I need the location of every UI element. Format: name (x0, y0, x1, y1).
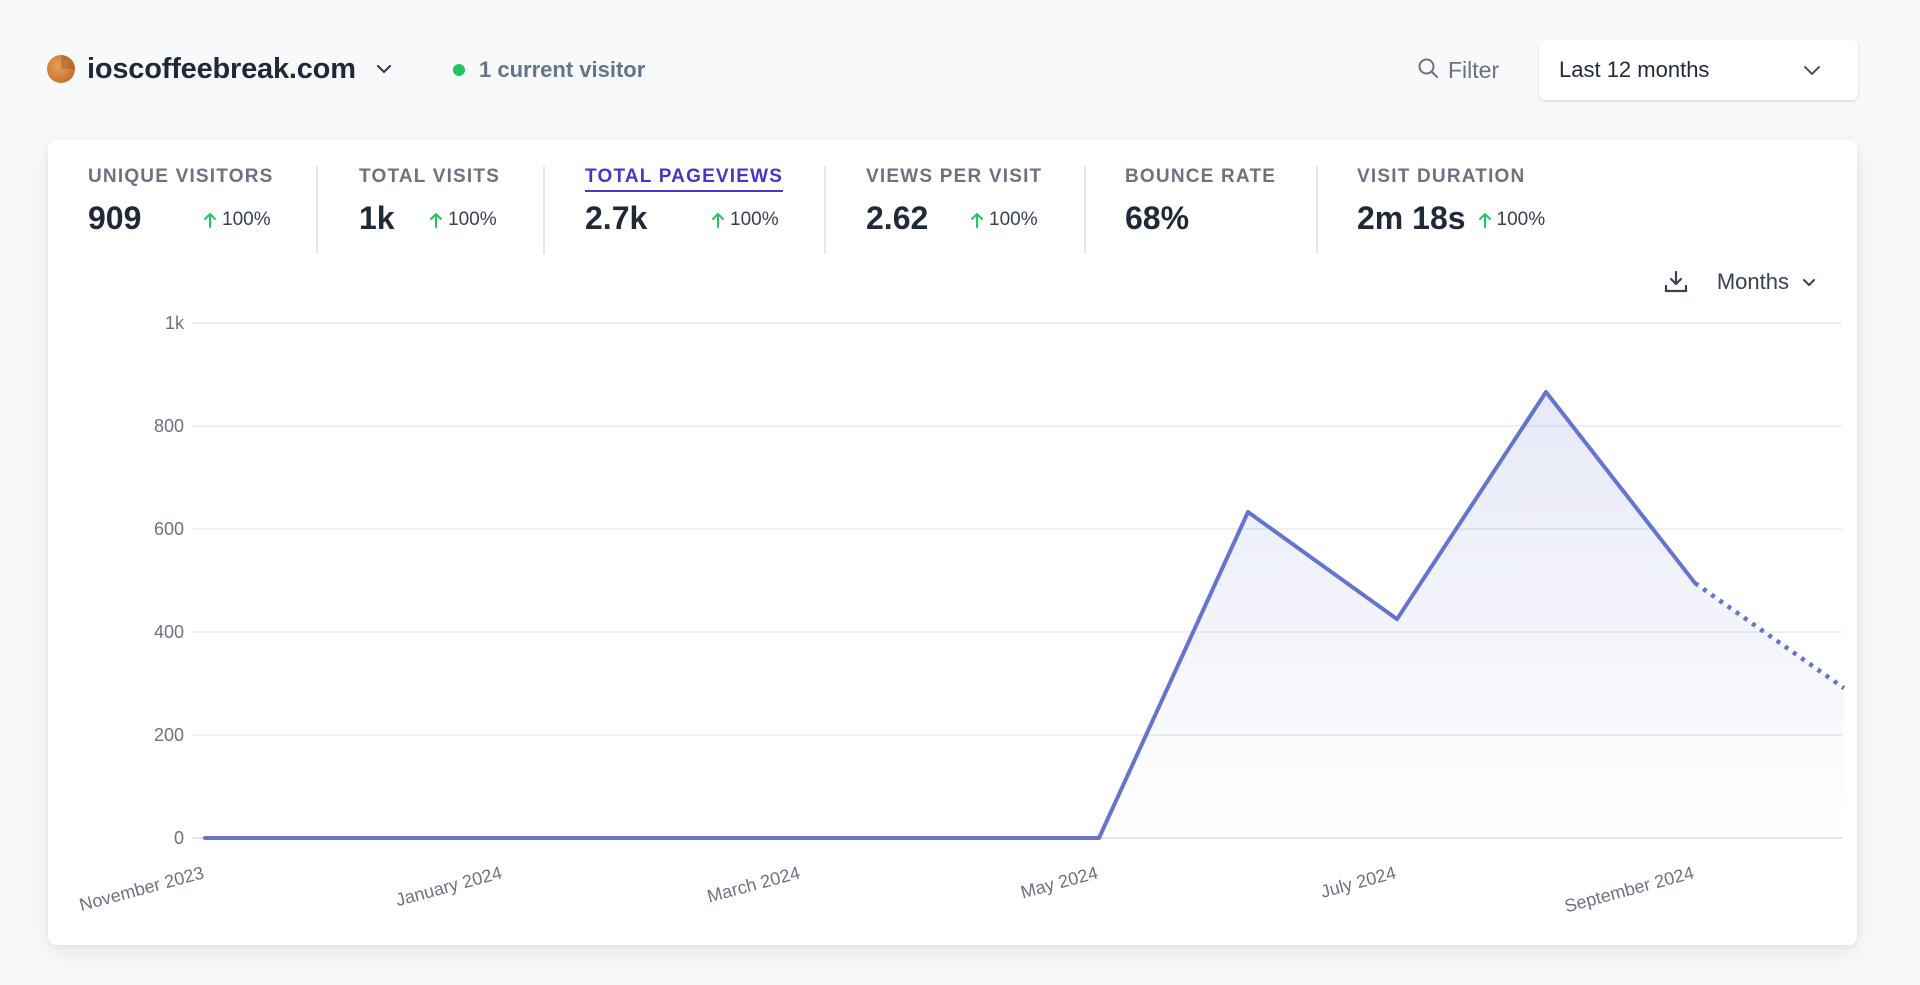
x-tick-label: July 2024 (1318, 863, 1398, 902)
current-visitors-link[interactable]: 1 current visitor (453, 54, 645, 86)
x-tick-label: September 2024 (1562, 863, 1696, 917)
current-visitors-label: 1 current visitor (479, 57, 646, 82)
search-icon (1416, 56, 1440, 85)
site-favicon-icon (47, 55, 75, 83)
y-tick-label: 600 (154, 519, 184, 539)
date-range-value: Last 12 months (1559, 57, 1710, 82)
data-point[interactable] (348, 832, 360, 844)
x-tick-label: March 2024 (705, 863, 802, 907)
main-graph-card: Unique visitors 909 100% Total visits 1k… (48, 140, 1857, 945)
site-name: ioscoffeebreak.com (87, 52, 356, 85)
x-tick-label: May 2024 (1018, 863, 1100, 903)
data-point[interactable] (944, 832, 956, 844)
data-point[interactable] (1540, 386, 1552, 398)
filter-button[interactable]: Filter (1416, 52, 1499, 88)
data-point[interactable] (1242, 506, 1254, 518)
data-point[interactable] (646, 832, 658, 844)
y-tick-label: 0 (174, 828, 184, 848)
y-tick-label: 400 (154, 622, 184, 642)
chevron-down-icon (1800, 58, 1824, 82)
y-tick-label: 800 (154, 416, 184, 436)
x-tick-label: November 2023 (77, 863, 206, 915)
date-range-dropdown[interactable]: Last 12 months (1539, 40, 1858, 100)
data-point[interactable] (1093, 832, 1105, 844)
data-point[interactable] (1689, 577, 1701, 589)
pageviews-line-chart: 0 200 400 600 800 1k November 2023 January 2024… (77, 313, 1850, 917)
data-point[interactable] (1391, 613, 1403, 625)
live-status-dot (453, 64, 465, 76)
chevron-down-icon (374, 59, 394, 79)
x-tick-label: January 2024 (393, 863, 504, 911)
filter-label: Filter (1448, 56, 1500, 83)
site-switcher[interactable]: ioscoffeebreak.com (47, 50, 394, 88)
y-tick-label: 1k (165, 313, 185, 333)
y-tick-label: 200 (154, 725, 184, 745)
data-point[interactable] (1838, 682, 1850, 694)
data-point[interactable] (795, 832, 807, 844)
top-bar: ioscoffeebreak.com 1 current visitor Fil… (0, 0, 1920, 140)
data-point[interactable] (497, 832, 509, 844)
data-point[interactable] (199, 832, 211, 844)
